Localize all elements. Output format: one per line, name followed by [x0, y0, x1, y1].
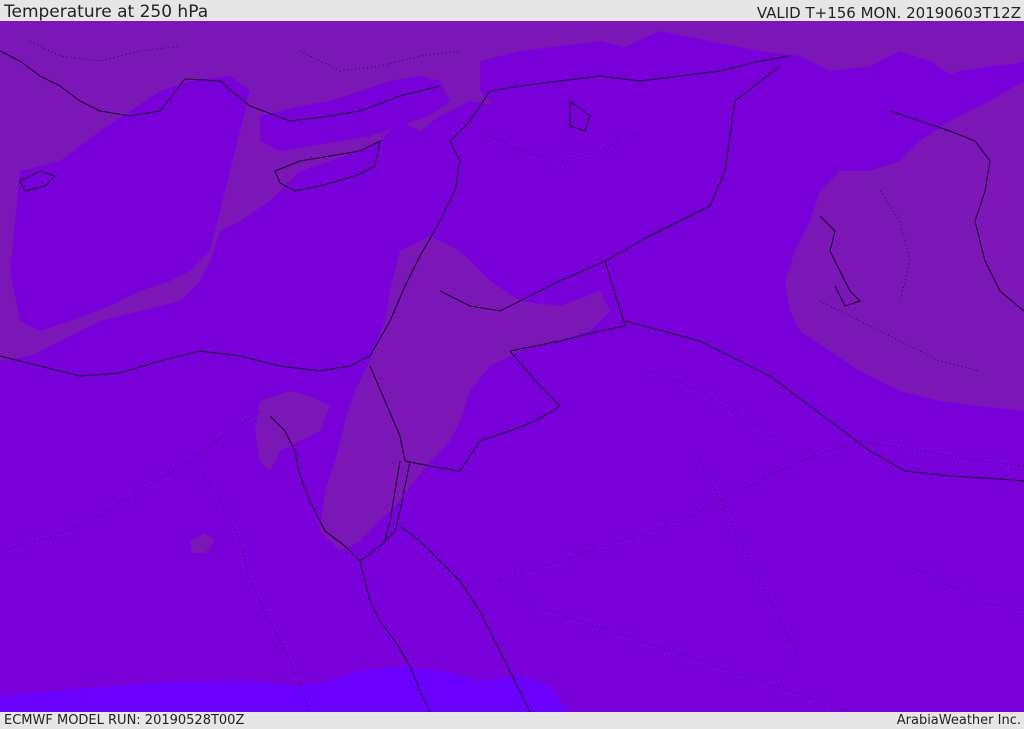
model-run: ECMWF MODEL RUN: 20190528T00Z	[4, 713, 245, 728]
valid-time: VALID T+156 MON. 20190603T12Z	[756, 4, 1021, 22]
header-bar: Temperature at 250 hPa VALID T+156 MON. …	[0, 0, 1024, 22]
credit-label: ArabiaWeather Inc.	[896, 713, 1021, 728]
footer-bar: ECMWF MODEL RUN: 20190528T00Z ArabiaWeat…	[0, 712, 1024, 729]
map-title: Temperature at 250 hPa	[4, 2, 209, 22]
map-canvas	[0, 21, 1024, 712]
weather-map[interactable]	[0, 21, 1024, 712]
